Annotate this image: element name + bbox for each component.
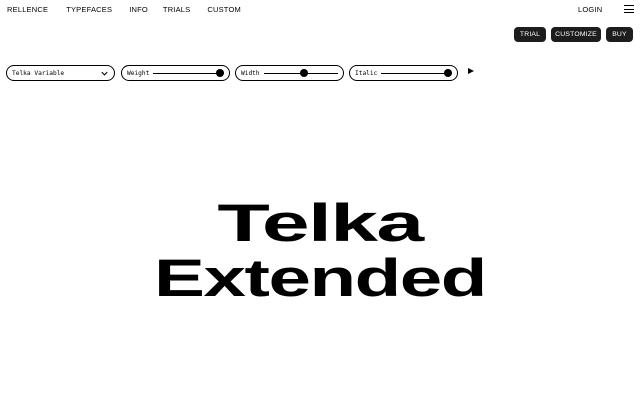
font-select-value: Telka Variable: [12, 69, 65, 77]
trial-button[interactable]: TRIAL: [514, 27, 546, 42]
brand-logo-link[interactable]: RELLENCE: [7, 5, 48, 14]
menu-icon-bar: [624, 12, 634, 13]
login-link[interactable]: LOGIN: [578, 5, 602, 14]
weight-slider-track[interactable]: [153, 69, 224, 77]
slider-line: [153, 72, 224, 74]
weight-slider-label: Weight: [127, 69, 150, 77]
width-slider-track[interactable]: [263, 69, 338, 77]
weight-slider-thumb[interactable]: [216, 69, 224, 77]
action-buttons: TRIAL CUSTOMIZE BUY: [514, 27, 633, 42]
italic-slider-track[interactable]: [381, 69, 452, 77]
width-slider-label: Width: [241, 69, 260, 77]
top-nav: RELLENCE TYPEFACES INFO TRIALS CUSTOM: [7, 5, 241, 14]
slider-line: [381, 72, 452, 74]
type-specimen-text[interactable]: Telka Extended: [0, 196, 640, 306]
width-slider[interactable]: Width: [235, 65, 344, 81]
buy-button[interactable]: BUY: [606, 27, 633, 42]
nav-link-typefaces[interactable]: TYPEFACES: [66, 5, 112, 14]
italic-slider[interactable]: Italic: [349, 65, 458, 81]
play-icon[interactable]: [468, 68, 474, 74]
customize-button[interactable]: CUSTOMIZE: [551, 27, 601, 42]
italic-slider-thumb[interactable]: [444, 69, 452, 77]
specimen-line-2: Extended: [153, 249, 487, 308]
hamburger-menu-icon[interactable]: [624, 5, 634, 13]
menu-icon-bar: [624, 8, 634, 10]
chevron-down-icon: [101, 71, 108, 76]
menu-icon-bar: [624, 5, 634, 6]
nav-link-custom[interactable]: CUSTOM: [207, 5, 241, 14]
specimen-line-1: Telka: [217, 194, 424, 253]
italic-slider-label: Italic: [355, 69, 378, 77]
nav-link-trials[interactable]: TRIALS: [163, 5, 190, 14]
weight-slider[interactable]: Weight: [121, 65, 230, 81]
font-family-select[interactable]: Telka Variable: [6, 65, 115, 81]
width-slider-thumb[interactable]: [300, 69, 309, 77]
nav-link-info[interactable]: INFO: [129, 5, 148, 14]
